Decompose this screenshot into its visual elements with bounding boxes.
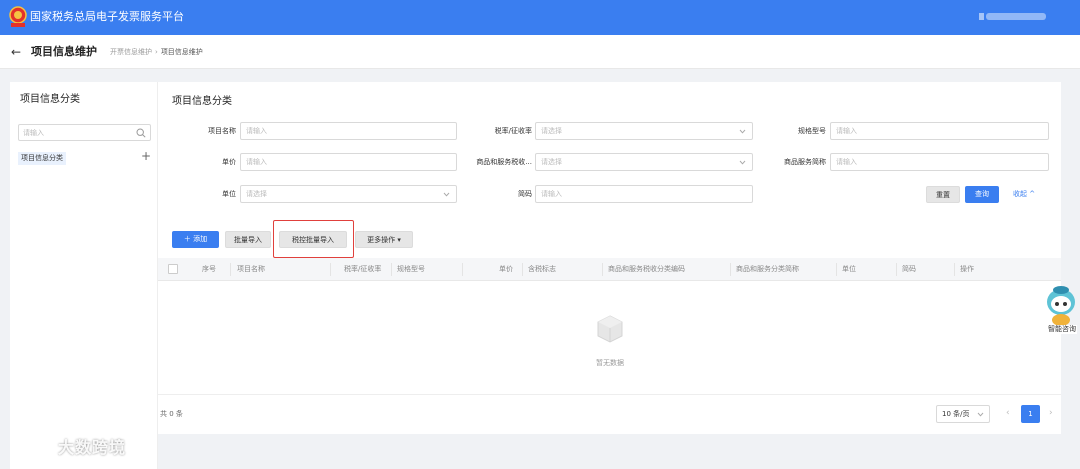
assistant-label[interactable]: 智能咨询 (1047, 325, 1077, 334)
column-divider (522, 263, 523, 276)
chevron-down-icon (443, 192, 450, 197)
spec-model-input[interactable] (836, 126, 1033, 136)
column-header: 单位 (842, 265, 856, 273)
more-actions-label: 更多操作 (367, 236, 396, 244)
page-size-value: 10 条/页 (942, 410, 970, 418)
breadcrumb: 开票信息维护 › 项目信息维护 (110, 48, 203, 57)
tax-rate-label: 税率/征收率 (494, 127, 532, 135)
tree-item-project-category[interactable]: 项目信息分类 (18, 152, 66, 165)
column-header: 商品和服务税收分类编码 (608, 265, 685, 273)
column-divider (896, 263, 897, 276)
short-code-field (535, 185, 753, 203)
column-divider (954, 263, 955, 276)
prev-page-icon[interactable]: ‹ (1006, 407, 1010, 419)
column-header: 规格型号 (397, 265, 425, 273)
breadcrumb-separator: › (155, 48, 158, 56)
arrow-left-icon[interactable]: ← (11, 45, 21, 59)
column-header: 单价 (499, 265, 513, 273)
unit-field[interactable] (240, 185, 457, 203)
page-size-select[interactable]: 10 条/页 (936, 405, 990, 423)
column-header: 简码 (902, 265, 916, 273)
pagination-bar: 共 0 条 10 条/页 ‹ 1 › (158, 394, 1061, 434)
column-header: 税率/征收率 (344, 265, 382, 273)
tax-emblem-icon (9, 6, 27, 27)
column-divider (330, 263, 331, 276)
watermark-text: 大数跨境 (58, 438, 127, 457)
plus-icon: ＋ (183, 235, 191, 243)
column-header: 项目名称 (237, 265, 265, 273)
project-name-field (240, 122, 457, 140)
caret-down-icon: ▾ (397, 236, 401, 244)
chevron-down-icon (739, 129, 746, 134)
main-panel: 项目信息分类 项目名称 税率/征收率 规格型号 单价 商品和服务税收... 商品… (158, 82, 1061, 394)
sidebar-search-input[interactable] (23, 127, 128, 138)
collapse-label: 收起 (1013, 190, 1027, 198)
tax-rate-select[interactable] (541, 126, 737, 136)
query-button[interactable]: 查询 (965, 186, 999, 203)
tax-rate-field[interactable] (535, 122, 753, 140)
top-bar: 国家税务总局电子发票服务平台 (0, 0, 1080, 35)
short-code-label: 简码 (518, 190, 532, 198)
unit-select[interactable] (246, 189, 441, 199)
site-title: 国家税务总局电子发票服务平台 (30, 10, 184, 23)
tax-category-select[interactable] (541, 157, 737, 167)
column-divider (602, 263, 603, 276)
sidebar-title: 项目信息分类 (20, 94, 80, 105)
empty-state-text: 暂无数据 (596, 359, 624, 367)
tax-category-label: 商品和服务税收... (476, 158, 532, 166)
user-account[interactable] (986, 13, 1046, 20)
column-header: 商品和服务分类简称 (736, 265, 799, 273)
short-name-field (830, 153, 1049, 171)
tax-control-batch-import-button[interactable]: 税控批量导入 (279, 231, 347, 248)
tax-category-field[interactable] (535, 153, 753, 171)
main-title: 项目信息分类 (172, 96, 232, 107)
reset-button[interactable]: 重置 (926, 186, 960, 203)
chevron-down-icon (739, 160, 746, 165)
unit-price-field (240, 153, 457, 171)
breadcrumb-item[interactable]: 开票信息维护 (110, 48, 152, 56)
search-icon[interactable] (136, 128, 146, 138)
sidebar-search (18, 124, 151, 141)
column-header: 含税标志 (528, 265, 556, 273)
project-name-label: 项目名称 (208, 127, 236, 135)
page-title: 项目信息维护 (31, 45, 97, 58)
column-divider (230, 263, 231, 276)
column-divider (462, 263, 463, 276)
batch-import-button[interactable]: 批量导入 (225, 231, 271, 248)
column-divider (836, 263, 837, 276)
unit-price-input[interactable] (246, 157, 441, 167)
user-badge[interactable] (979, 13, 984, 20)
unit-label: 单位 (222, 190, 236, 198)
spec-model-field (830, 122, 1049, 140)
table-header: 序号 项目名称 税率/征收率 规格型号 单价 含税标志 商品和服务税收分类编码 … (158, 258, 1061, 281)
short-name-input[interactable] (836, 157, 1033, 167)
add-category-icon[interactable]: + (141, 149, 151, 163)
breadcrumb-current: 项目信息维护 (160, 48, 203, 56)
short-code-input[interactable] (541, 189, 737, 199)
column-divider (730, 263, 731, 276)
spec-model-label: 规格型号 (798, 127, 826, 135)
total-count: 共 0 条 (160, 410, 183, 418)
column-header: 序号 (202, 265, 216, 273)
chevron-up-icon: ^ (1029, 190, 1036, 198)
add-button[interactable]: ＋ 添加 (172, 231, 219, 248)
add-button-label: 添加 (193, 235, 208, 243)
current-page[interactable]: 1 (1021, 405, 1040, 423)
watermark: 大数跨境 (8, 436, 126, 460)
chevron-down-icon (977, 412, 984, 417)
collapse-toggle[interactable]: 收起 ^ (1013, 190, 1035, 199)
more-actions-button[interactable]: 更多操作 ▾ (355, 231, 413, 248)
next-page-icon[interactable]: › (1049, 407, 1053, 419)
unit-price-label: 单价 (222, 158, 236, 166)
project-name-input[interactable] (246, 126, 441, 136)
column-divider (391, 263, 392, 276)
short-name-label: 商品服务简称 (784, 158, 826, 166)
category-sidebar: 项目信息分类 项目信息分类 + (10, 82, 158, 469)
empty-box-icon (597, 315, 623, 343)
select-all-checkbox[interactable] (168, 264, 178, 274)
page-header: ← 项目信息维护 开票信息维护 › 项目信息维护 (0, 35, 1080, 69)
watermark-logo-icon (10, 440, 48, 456)
column-header: 操作 (960, 265, 974, 273)
